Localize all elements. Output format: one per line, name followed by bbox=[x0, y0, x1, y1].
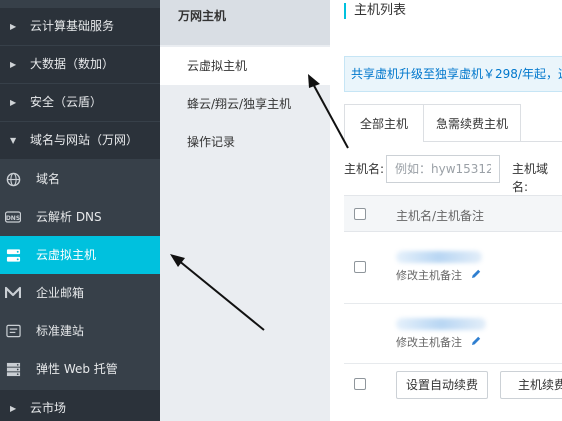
dns-icon: DNS bbox=[5, 209, 21, 225]
sidebar-item-dns[interactable]: DNS 云解析 DNS bbox=[0, 198, 160, 236]
subnav-item-dedicated-host[interactable]: 蜂云/翔云/独享主机 bbox=[160, 85, 330, 123]
host-tabs: 全部主机 急需续费主机 bbox=[344, 104, 562, 142]
pencil-icon[interactable] bbox=[470, 335, 482, 347]
main-sidebar: ▶ 云计算基础服务 ▶ 大数据（数加） ▶ 安全（云盾） ▼ 域名与网站（万网）… bbox=[0, 0, 160, 421]
globe-icon bbox=[5, 171, 21, 187]
sidebar-group-label: 云计算基础服务 bbox=[30, 19, 115, 33]
sidebar-item-label: 域名 bbox=[36, 172, 61, 186]
sidebar-item-domain[interactable]: 域名 bbox=[0, 160, 160, 198]
sidebar-item-label: 云解析 DNS bbox=[36, 210, 102, 224]
sidebar-item-label: 弹性 Web 托管 bbox=[36, 362, 118, 376]
hostname-redacted bbox=[396, 251, 482, 263]
svg-text:DNS: DNS bbox=[6, 215, 20, 222]
sidebar-item-web-hosting[interactable]: 弹性 Web 托管 bbox=[0, 350, 160, 388]
sidebar-group-label: 云市场 bbox=[30, 401, 67, 415]
tab-all-hosts[interactable]: 全部主机 bbox=[344, 104, 424, 142]
sidebar-item-label: 标准建站 bbox=[36, 324, 85, 338]
sidebar-group-big-data[interactable]: ▶ 大数据（数加） bbox=[0, 46, 160, 83]
edit-host-note-link[interactable]: 修改主机备注 bbox=[396, 267, 462, 283]
row-checkbox[interactable] bbox=[354, 261, 366, 273]
auto-renew-button[interactable]: 设置自动续费 bbox=[396, 371, 488, 399]
sidebar-item-label: 企业邮箱 bbox=[36, 286, 85, 300]
table-row: 修改主机备注 bbox=[344, 304, 562, 364]
web-hosting-icon bbox=[5, 361, 21, 377]
sidebar-group-marketplace[interactable]: ▶ 云市场 bbox=[0, 390, 160, 421]
select-all-checkbox[interactable] bbox=[354, 208, 366, 220]
sidebar-group-security[interactable]: ▶ 安全（云盾） bbox=[0, 84, 160, 121]
tab-renewal-hosts[interactable]: 急需续费主机 bbox=[423, 104, 521, 142]
hostname-filter-label: 主机名: bbox=[344, 162, 385, 176]
subnav-item-operation-log[interactable]: 操作记录 bbox=[160, 123, 330, 161]
subnav-item-virtual-host[interactable]: 云虚拟主机 bbox=[160, 47, 330, 85]
secondary-nav: 万网主机 云虚拟主机 蜂云/翔云/独享主机 操作记录 bbox=[160, 0, 330, 421]
table-header: 主机名/主机备注 bbox=[344, 195, 562, 232]
chevron-right-icon: ▶ bbox=[10, 404, 17, 413]
mail-icon bbox=[5, 285, 21, 301]
hostname-filter-input[interactable] bbox=[386, 155, 500, 183]
page-title: 主机列表 bbox=[344, 3, 406, 19]
sidebar-group-cloud-computing[interactable]: ▶ 云计算基础服务 bbox=[0, 8, 160, 45]
sidebar-item-label: 云虚拟主机 bbox=[36, 248, 97, 262]
chevron-down-icon: ▼ bbox=[10, 136, 17, 145]
table-row: 修改主机备注 bbox=[344, 232, 562, 304]
footer-select-checkbox[interactable] bbox=[354, 378, 366, 390]
edit-host-note-link[interactable]: 修改主机备注 bbox=[396, 334, 462, 350]
sidebar-item-site-builder[interactable]: 标准建站 bbox=[0, 312, 160, 350]
sidebar-item-enterprise-mail[interactable]: 企业邮箱 bbox=[0, 274, 160, 312]
secondary-nav-title: 万网主机 bbox=[160, 0, 330, 45]
upgrade-notice[interactable]: 共享虚机升级至独享虚机￥298/年起，这 bbox=[344, 56, 562, 92]
chevron-right-icon: ▶ bbox=[10, 98, 17, 107]
website-icon bbox=[5, 323, 21, 339]
sidebar-group-label: 大数据（数加） bbox=[30, 57, 115, 71]
sidebar-group-domain-website[interactable]: ▼ 域名与网站（万网） bbox=[0, 122, 160, 159]
renew-host-button[interactable]: 主机续费 bbox=[500, 371, 562, 399]
chevron-right-icon: ▶ bbox=[10, 22, 17, 31]
server-icon bbox=[5, 247, 21, 263]
host-domain-filter-label: 主机域名: bbox=[512, 162, 549, 194]
sidebar-item-virtual-host[interactable]: 云虚拟主机 bbox=[0, 236, 160, 274]
table-footer-actions: 设置自动续费 主机续费 bbox=[344, 364, 562, 406]
hostname-redacted bbox=[396, 318, 486, 330]
pencil-icon[interactable] bbox=[470, 268, 482, 280]
table-header-hostname: 主机名/主机备注 bbox=[396, 209, 485, 223]
sidebar-group-label: 域名与网站（万网） bbox=[30, 133, 139, 147]
sidebar-group-label: 安全（云盾） bbox=[30, 95, 103, 109]
main-content: 主机列表 共享虚机升级至独享虚机￥298/年起，这 全部主机 急需续费主机 主机… bbox=[330, 0, 562, 421]
chevron-right-icon: ▶ bbox=[10, 60, 17, 69]
